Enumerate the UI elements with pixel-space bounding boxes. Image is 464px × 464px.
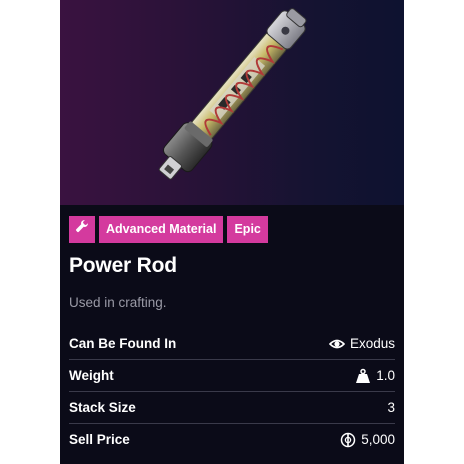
- weight-value: 1.0: [376, 368, 395, 383]
- item-description: Used in crafting.: [69, 295, 167, 310]
- stat-value: 5,000: [340, 432, 395, 448]
- item-image-panel: [60, 0, 404, 205]
- stack-size-value: 3: [387, 400, 395, 415]
- found-in-value: Exodus: [349, 336, 395, 351]
- item-title: Power Rod: [69, 254, 177, 277]
- tag-row: Advanced Material Epic: [69, 216, 268, 243]
- rarity-tag: Epic: [227, 216, 268, 243]
- stat-value: 3: [387, 400, 395, 415]
- stats-table: Can Be Found In Exodus Weight 1.0 Stack …: [69, 328, 395, 455]
- category-tag: Advanced Material: [99, 216, 224, 243]
- weight-icon: [355, 368, 371, 384]
- coin-icon: [340, 432, 356, 448]
- crafting-tag: [69, 216, 95, 243]
- power-rod-image: [158, 8, 307, 180]
- stat-label: Can Be Found In: [69, 336, 177, 351]
- stat-label: Weight: [69, 368, 114, 383]
- stat-value: 1.0: [355, 368, 395, 384]
- stat-label: Stack Size: [69, 400, 136, 415]
- stat-row-found-in: Can Be Found In Exodus: [69, 328, 395, 360]
- item-card: Advanced Material Epic Power Rod Used in…: [60, 0, 404, 464]
- stat-row-weight: Weight 1.0: [69, 360, 395, 392]
- eye-icon: [328, 336, 346, 352]
- stat-row-stack-size: Stack Size 3: [69, 392, 395, 424]
- wrench-icon: [75, 216, 89, 243]
- stat-label: Sell Price: [69, 432, 130, 447]
- stat-row-sell-price: Sell Price 5,000: [69, 424, 395, 455]
- stat-value: Exodus: [328, 336, 395, 352]
- sell-price-value: 5,000: [361, 432, 395, 447]
